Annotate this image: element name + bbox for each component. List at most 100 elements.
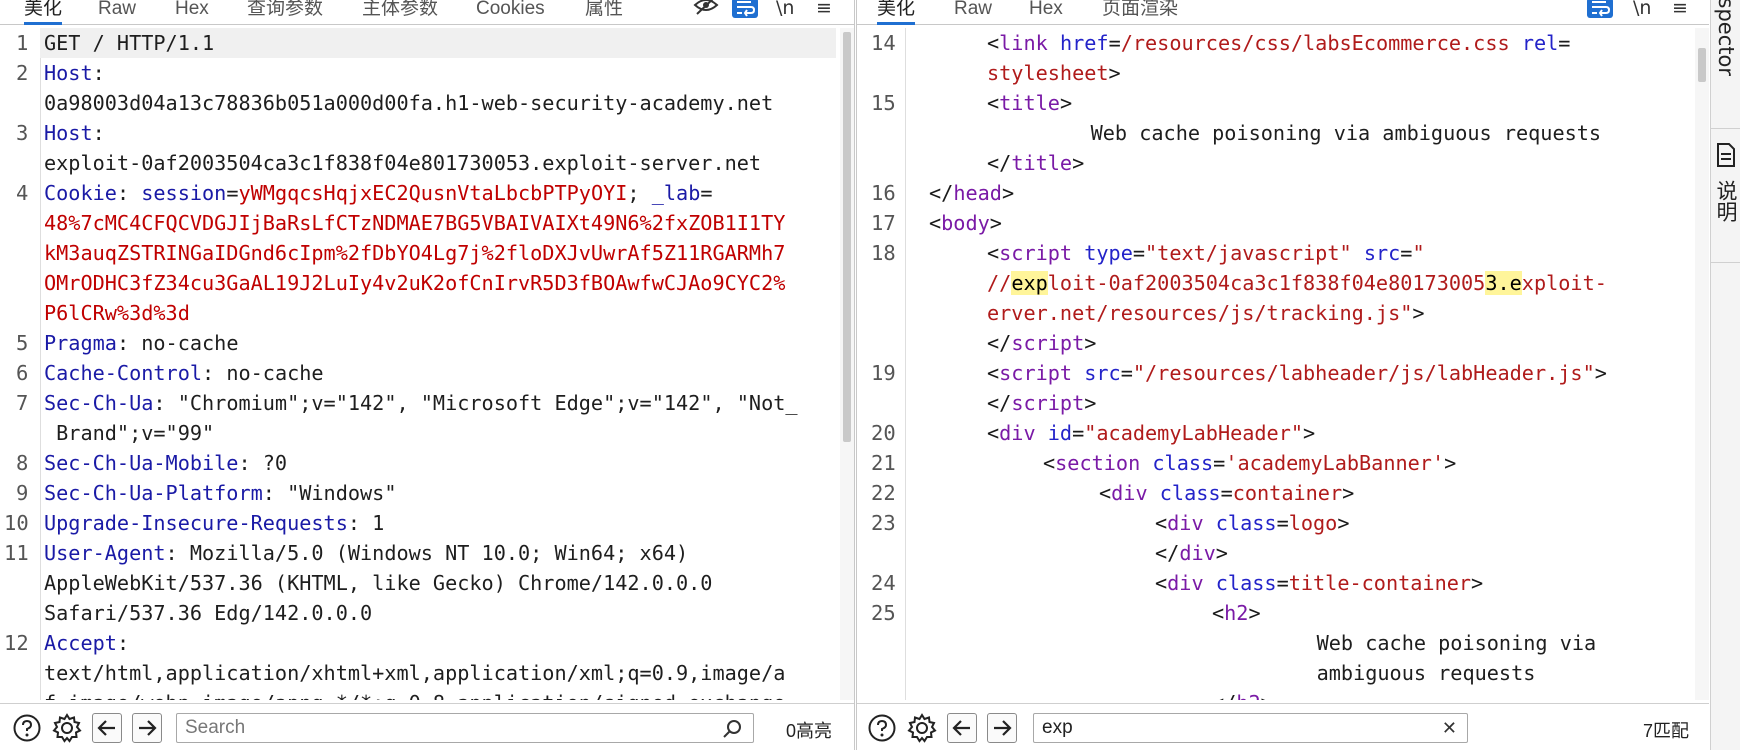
code-token: div bbox=[999, 421, 1036, 445]
code-line: Sec-Ch-Ua-Mobile: ?0 bbox=[44, 448, 287, 478]
code-line: erver.net/resources/js/tracking.js"> bbox=[987, 298, 1425, 328]
code-token: : no-cache bbox=[202, 361, 324, 385]
hide-nonprintable-icon[interactable] bbox=[693, 0, 719, 19]
highlight-count: 0高亮 bbox=[786, 721, 833, 741]
response-footer: ✕ 7匹配 bbox=[857, 703, 1709, 750]
inspector-tab[interactable]: Inspector bbox=[1711, 0, 1740, 78]
code-token: type bbox=[1084, 241, 1133, 265]
code-line: </head> bbox=[929, 178, 1014, 208]
menu-icon[interactable]: ≡ bbox=[816, 0, 832, 19]
response-search-input[interactable] bbox=[1034, 714, 1467, 742]
code-token: src bbox=[1363, 241, 1401, 265]
word-wrap-icon[interactable] bbox=[1587, 0, 1613, 18]
code-token: 0a98003d04a13c78836b051a000d00fa.h1-web-… bbox=[44, 91, 774, 115]
request-tab-raw[interactable]: Raw bbox=[98, 0, 136, 25]
code-token: < bbox=[929, 211, 942, 235]
next-match-button[interactable] bbox=[987, 713, 1017, 743]
response-search-field[interactable]: ✕ bbox=[1033, 713, 1468, 743]
previous-match-button[interactable] bbox=[92, 713, 122, 743]
code-token: > bbox=[1471, 571, 1484, 595]
code-token: > bbox=[1337, 511, 1350, 535]
code-line: Accept: bbox=[44, 628, 129, 658]
notes-tab[interactable]: 说明 bbox=[1711, 180, 1740, 240]
code-token: : "Chromium";v="142", "Microsoft Edge";v… bbox=[153, 391, 798, 415]
clear-search-icon[interactable]: ✕ bbox=[1442, 718, 1457, 739]
code-line: Cache-Control: no-cache bbox=[44, 358, 324, 388]
request-tab-pretty[interactable]: 美化 bbox=[24, 0, 63, 25]
code-token: : Mozilla/5.0 (Windows NT 10.0; Win64; x… bbox=[165, 541, 689, 565]
show-newlines-button[interactable]: \n bbox=[1633, 0, 1651, 19]
response-tab-raw[interactable]: Raw bbox=[954, 0, 992, 25]
word-wrap-icon[interactable] bbox=[732, 0, 758, 18]
settings-gear-icon[interactable] bbox=[907, 713, 937, 743]
previous-match-button[interactable] bbox=[947, 713, 977, 743]
menu-icon[interactable]: ≡ bbox=[1672, 0, 1688, 19]
response-tab-render[interactable]: 页面渲染 bbox=[1102, 0, 1178, 25]
response-scroll-thumb[interactable] bbox=[1698, 48, 1706, 82]
request-tab-attributes[interactable]: 属性 bbox=[585, 0, 623, 25]
code-line: text/html,application/xhtml+xml,applicat… bbox=[44, 658, 785, 688]
code-token: < bbox=[987, 31, 1000, 55]
http-message-editor: 美化 Raw Hex 查询参数 主体参数 Cookies 属性 \n ≡ 12 3… bbox=[0, 0, 1740, 750]
request-editor[interactable]: 1 2 3 4 5 6 7 8 9 10 11 12 GET / HTTP/1.1 Host: 0a980… bbox=[0, 28, 854, 700]
line-number: 12 bbox=[4, 631, 29, 655]
request-tab-body-params[interactable]: 主体参数 bbox=[362, 0, 438, 25]
request-tab-query-params[interactable]: 查询参数 bbox=[247, 0, 323, 25]
response-scrollbar[interactable] bbox=[1695, 28, 1709, 700]
code-token: </ bbox=[1155, 541, 1180, 565]
code-line: Safari/537.36 Edg/142.0.0.0 bbox=[44, 598, 372, 628]
code-line: </title> bbox=[987, 148, 1084, 178]
code-line: stylesheet> bbox=[987, 58, 1121, 88]
code-token: div bbox=[1167, 571, 1204, 595]
code-token: OMrODHC3fZ34cu3GaAL19J2LuIy4v2uK2ofCnIrv… bbox=[44, 271, 786, 295]
code-token: : no-cache bbox=[116, 331, 239, 355]
code-line: <body> bbox=[929, 208, 1002, 238]
code-line: <section class='academyLabBanner'> bbox=[1043, 448, 1456, 478]
line-number: 1 bbox=[16, 31, 29, 55]
code-token: title bbox=[999, 91, 1060, 115]
code-token: src bbox=[1084, 361, 1121, 385]
line-number: 20 bbox=[871, 421, 896, 445]
request-search-field[interactable] bbox=[176, 713, 754, 743]
help-icon[interactable] bbox=[12, 713, 42, 743]
code-line: exploit-0af2003504ca3c1f838f04e801730053… bbox=[44, 148, 761, 178]
response-editor[interactable]: 14 15 16 17 18 19 20 21 22 23 24 25 <link href=/res… bbox=[857, 28, 1709, 700]
code-line: AppleWebKit/537.36 (KHTML, like Gecko) C… bbox=[44, 568, 712, 598]
request-search-input[interactable] bbox=[177, 714, 753, 742]
code-token: "text/javascript" bbox=[1145, 241, 1352, 265]
line-number: 15 bbox=[871, 91, 896, 115]
request-tab-hex[interactable]: Hex bbox=[175, 0, 209, 25]
code-token: Accept bbox=[44, 631, 117, 655]
code-token: > bbox=[1108, 61, 1121, 85]
code-token: < bbox=[987, 241, 1000, 265]
next-match-button[interactable] bbox=[132, 713, 162, 743]
request-scroll-thumb[interactable] bbox=[843, 32, 851, 442]
code-token: = bbox=[1558, 31, 1571, 55]
response-tab-hex[interactable]: Hex bbox=[1029, 0, 1063, 25]
notes-icon[interactable] bbox=[1711, 140, 1740, 170]
request-tab-cookies[interactable]: Cookies bbox=[476, 0, 545, 25]
help-icon[interactable] bbox=[867, 713, 897, 743]
code-token: link bbox=[999, 31, 1048, 55]
code-token: script bbox=[1011, 331, 1085, 355]
code-token: Cookie bbox=[44, 181, 117, 205]
show-newlines-button[interactable]: \n bbox=[776, 0, 794, 19]
settings-gear-icon[interactable] bbox=[52, 713, 82, 743]
code-token: : 1 bbox=[347, 511, 385, 535]
code-token: section bbox=[1055, 451, 1141, 475]
line-number: 6 bbox=[16, 361, 29, 385]
code-token: Host bbox=[44, 121, 93, 145]
line-number: 3 bbox=[16, 121, 29, 145]
code-line: Host: bbox=[44, 58, 105, 88]
request-scrollbar[interactable] bbox=[840, 28, 854, 700]
code-token: rel bbox=[1521, 31, 1559, 55]
code-token: class bbox=[1215, 511, 1277, 535]
code-token: stylesheet bbox=[987, 61, 1109, 85]
code-token: : bbox=[116, 181, 142, 205]
response-tab-pretty[interactable]: 美化 bbox=[877, 0, 916, 25]
code-token: </ bbox=[987, 331, 1012, 355]
